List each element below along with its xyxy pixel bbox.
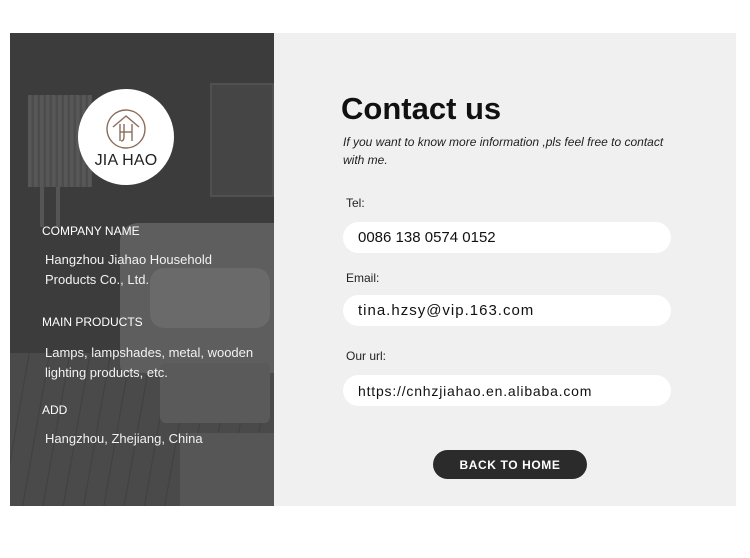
company-name-label: COMPANY NAME (42, 224, 140, 238)
main-products-block: MAIN PRODUCTS Lamps, lampshades, metal, … (42, 315, 268, 383)
address-label: ADD (42, 403, 68, 417)
contact-panel: Contact us If you want to know more info… (274, 33, 736, 506)
main-products-line1: Lamps, lampshades, metal, wooden (45, 345, 254, 360)
subtitle-line1: If you want to know more information ,pl… (343, 135, 664, 149)
page-title: Contact us (341, 91, 502, 126)
company-name-block: COMPANY NAME Hangzhou Jiahao Household P… (42, 224, 268, 290)
company-name-line2: Products Co., Ltd. (45, 272, 150, 287)
company-logo: JIA HAO (78, 89, 174, 185)
page-subtitle: If you want to know more information ,pl… (343, 133, 673, 169)
company-name-line1: Hangzhou Jiahao Household (45, 252, 212, 267)
url-field[interactable]: https://cnhzjiahao.en.alibaba.com (343, 375, 671, 406)
tel-field[interactable]: 0086 138 0574 0152 (343, 222, 671, 253)
subtitle-line2: with me. (343, 153, 388, 167)
address-block: ADD Hangzhou, Zhejiang, China (42, 403, 268, 449)
contact-card: JIA HAO COMPANY NAME Hangzhou Jiahao Hou… (10, 33, 736, 506)
main-products-line2: lighting products, etc. (45, 365, 168, 380)
email-label: Email: (346, 271, 380, 285)
back-to-home-button[interactable]: BACK TO HOME (433, 450, 587, 479)
url-label: Our url: (346, 349, 387, 363)
company-info-panel: JIA HAO COMPANY NAME Hangzhou Jiahao Hou… (10, 33, 274, 506)
address-value: Hangzhou, Zhejiang, China (45, 431, 203, 446)
logo-wordmark: JIA HAO (94, 152, 158, 169)
main-products-label: MAIN PRODUCTS (42, 315, 143, 329)
email-field[interactable]: tina.hzsy@vip.163.com (343, 295, 671, 326)
tel-label: Tel: (346, 196, 365, 210)
house-monogram-icon (106, 109, 146, 149)
